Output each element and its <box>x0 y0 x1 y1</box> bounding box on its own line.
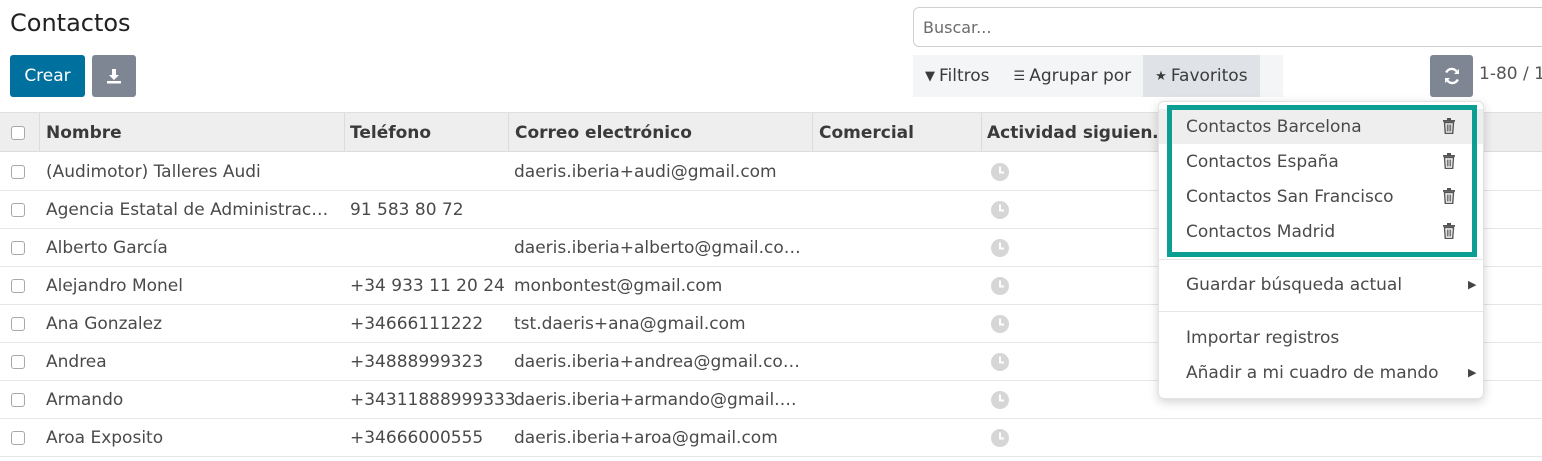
filter-icon: ▼ <box>925 68 935 84</box>
row-checkbox[interactable] <box>11 267 25 304</box>
trash-icon[interactable] <box>1442 153 1456 169</box>
group-by-button[interactable]: ☰ Agrupar por <box>1002 55 1144 97</box>
activity-clock-icon[interactable] <box>990 381 1010 418</box>
contact-email: monbontest@gmail.com <box>514 275 723 296</box>
contact-email: daeris.iberia+alberto@gmail.co… <box>514 237 801 258</box>
favorites-button[interactable]: ★ Favoritos <box>1143 55 1260 97</box>
filters-button[interactable]: ▼ Filtros <box>913 55 1002 97</box>
contact-name: Armando <box>46 389 124 410</box>
contact-phone: 91 583 80 72 <box>350 199 464 220</box>
contact-phone: +34 933 11 20 24 <box>350 275 505 296</box>
download-button[interactable] <box>92 55 136 97</box>
activity-clock-icon[interactable] <box>990 267 1010 304</box>
add-to-dashboard-label: Añadir a mi cuadro de mando <box>1186 362 1439 383</box>
row-checkbox[interactable] <box>11 153 25 190</box>
save-current-search-item[interactable]: Guardar búsqueda actual ▶ <box>1159 267 1483 302</box>
contact-name: Andrea <box>46 351 107 372</box>
refresh-button[interactable] <box>1430 55 1473 97</box>
menu-divider <box>1159 311 1483 312</box>
menu-divider <box>1159 259 1483 260</box>
download-icon <box>107 69 121 84</box>
contact-name: Aroa Exposito <box>46 427 164 448</box>
contact-phone: +34888999323 <box>350 351 484 372</box>
filters-label: Filtros <box>939 66 990 86</box>
page-title: Contactos <box>10 9 131 37</box>
activity-clock-icon[interactable] <box>990 419 1010 456</box>
star-icon: ★ <box>1155 68 1167 84</box>
favorite-label: Contactos España <box>1186 151 1339 172</box>
list-icon: ☰ <box>1013 68 1026 84</box>
trash-icon[interactable] <box>1442 223 1456 239</box>
row-checkbox[interactable] <box>11 305 25 342</box>
table-row[interactable]: Aroa Exposito +34666000555 daeris.iberia… <box>0 419 1542 457</box>
contact-phone: +34666000555 <box>350 427 484 448</box>
contact-phone: +34666111222 <box>350 313 484 334</box>
contact-name: Agencia Estatal de Administrac… <box>46 199 329 220</box>
favorites-label: Favoritos <box>1170 66 1248 86</box>
contact-name: Alejandro Monel <box>46 275 183 296</box>
contact-email: daeris.iberia+armando@gmail.… <box>514 389 797 410</box>
contact-email: daeris.iberia+aroa@gmail.com <box>514 427 778 448</box>
trash-icon[interactable] <box>1442 188 1456 204</box>
favorite-item-barcelona[interactable]: Contactos Barcelona <box>1159 109 1483 144</box>
create-button[interactable]: Crear <box>10 55 85 97</box>
row-checkbox[interactable] <box>11 191 25 228</box>
search-input[interactable] <box>913 7 1542 47</box>
favorites-dropdown: Contactos Barcelona Contactos España Con… <box>1158 101 1484 399</box>
favorite-label: Contactos Barcelona <box>1186 116 1362 137</box>
contact-email: daeris.iberia+andrea@gmail.co… <box>514 351 800 372</box>
refresh-icon <box>1444 67 1459 85</box>
row-checkbox[interactable] <box>11 343 25 380</box>
column-header-next-activity[interactable]: Actividad siguien… <box>987 113 1157 152</box>
row-checkbox[interactable] <box>11 381 25 418</box>
group-by-label: Agrupar por <box>1029 66 1132 86</box>
activity-clock-icon[interactable] <box>990 305 1010 342</box>
column-header-email[interactable]: Correo electrónico <box>515 113 692 152</box>
import-records-item[interactable]: Importar registros <box>1159 320 1483 355</box>
favorite-label: Contactos Madrid <box>1186 221 1336 242</box>
activity-clock-icon[interactable] <box>990 343 1010 380</box>
import-records-label: Importar registros <box>1186 327 1340 348</box>
activity-clock-icon[interactable] <box>990 153 1010 190</box>
save-current-search-label: Guardar búsqueda actual <box>1186 274 1403 295</box>
column-header-name[interactable]: Nombre <box>46 113 122 152</box>
column-header-salesperson[interactable]: Comercial <box>819 113 914 152</box>
contact-email: daeris.iberia+audi@gmail.com <box>514 161 777 182</box>
caret-right-icon: ▶ <box>1468 366 1477 379</box>
contact-name: (Audimotor) Talleres Audi <box>46 161 261 182</box>
activity-clock-icon[interactable] <box>990 191 1010 228</box>
pager-value[interactable]: 1-80 / 1 <box>1479 64 1542 84</box>
add-to-dashboard-item[interactable]: Añadir a mi cuadro de mando ▶ <box>1159 355 1483 390</box>
contact-name: Alberto García <box>46 237 168 258</box>
search-options-bar: ▼ Filtros ☰ Agrupar por ★ Favoritos <box>913 55 1283 97</box>
favorite-item-san-francisco[interactable]: Contactos San Francisco <box>1159 179 1483 214</box>
favorite-label: Contactos San Francisco <box>1186 186 1394 207</box>
contact-email <box>514 191 808 228</box>
favorite-item-espana[interactable]: Contactos España <box>1159 144 1483 179</box>
activity-clock-icon[interactable] <box>990 229 1010 266</box>
select-all-checkbox[interactable] <box>11 113 25 152</box>
caret-right-icon: ▶ <box>1468 278 1477 291</box>
contact-name: Ana Gonzalez <box>46 313 163 334</box>
trash-icon[interactable] <box>1442 118 1456 134</box>
row-checkbox[interactable] <box>11 419 25 456</box>
contact-phone: +34311888999333 <box>350 389 516 410</box>
column-header-phone[interactable]: Teléfono <box>350 113 431 152</box>
favorite-item-madrid[interactable]: Contactos Madrid <box>1159 214 1483 249</box>
contact-email: tst.daeris+ana@gmail.com <box>514 313 746 334</box>
row-checkbox[interactable] <box>11 229 25 266</box>
